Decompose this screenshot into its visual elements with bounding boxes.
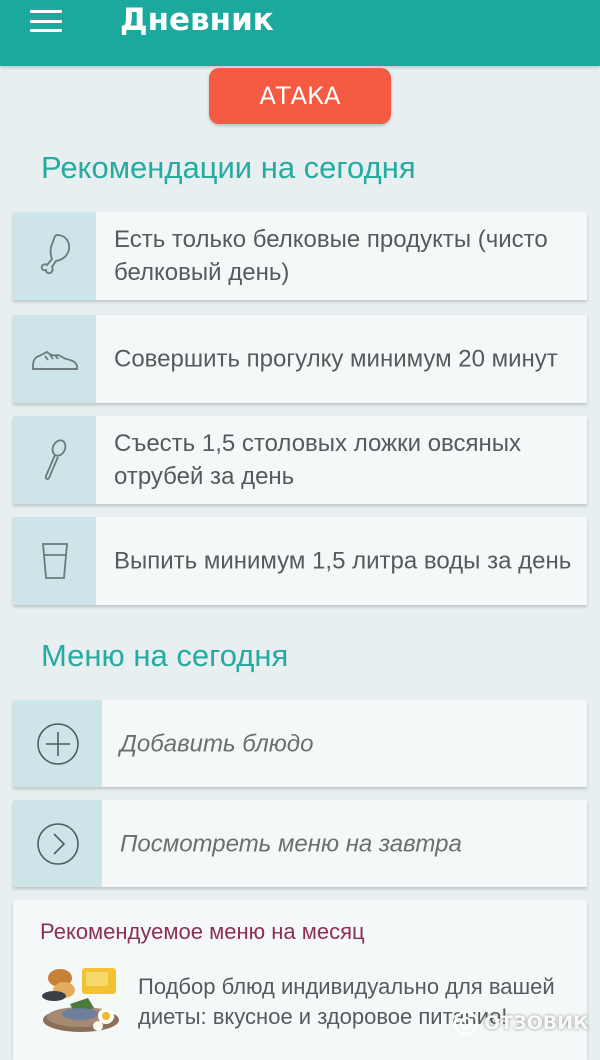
page-title: Дневник xyxy=(120,2,274,38)
recommendation-text: Выпить минимум 1,5 литра воды за день xyxy=(114,547,572,575)
recommendation-text: Есть только белковые продукты (чисто бел… xyxy=(114,226,548,286)
sneaker-icon xyxy=(13,315,96,403)
app-bar: Дневник xyxy=(0,0,600,66)
watermark-logo-icon xyxy=(453,1010,479,1036)
recommendation-text: Съесть 1,5 столовых ложки овсяных отрубе… xyxy=(114,430,522,490)
food-platter-icon xyxy=(42,968,119,1032)
plus-circle-icon xyxy=(13,700,102,787)
drumstick-icon xyxy=(13,212,96,300)
view-tomorrow-menu-label: Посмотреть меню на завтра xyxy=(120,830,462,857)
spoon-icon xyxy=(13,416,96,504)
water-glass-icon xyxy=(13,517,96,605)
phase-button[interactable]: АТАКА xyxy=(209,68,391,124)
recommendation-item-water[interactable]: Выпить минимум 1,5 литра воды за день xyxy=(13,517,587,605)
watermark-text: ОТЗОВИК xyxy=(484,1012,589,1034)
recommendation-item-bran[interactable]: Съесть 1,5 столовых ложки овсяных отрубе… xyxy=(13,416,587,504)
add-dish-button[interactable]: Добавить блюдо xyxy=(13,700,587,787)
menu-heading: Меню на сегодня xyxy=(41,638,289,673)
recommendation-item-walk[interactable]: Совершить прогулку минимум 20 минут xyxy=(13,315,587,403)
hamburger-menu-icon[interactable] xyxy=(24,6,68,36)
watermark: ОТЗОВИК xyxy=(452,1004,592,1042)
chevron-right-circle-icon xyxy=(13,800,102,887)
view-tomorrow-menu-button[interactable]: Посмотреть меню на завтра xyxy=(13,800,587,887)
add-dish-label: Добавить блюдо xyxy=(120,730,314,757)
recommendation-text: Совершить прогулку минимум 20 минут xyxy=(114,345,558,373)
recommendations-heading: Рекомендации на сегодня xyxy=(41,150,416,185)
monthly-menu-title: Рекомендуемое меню на месяц xyxy=(40,919,365,944)
recommendation-item-protein[interactable]: Есть только белковые продукты (чисто бел… xyxy=(13,212,587,300)
